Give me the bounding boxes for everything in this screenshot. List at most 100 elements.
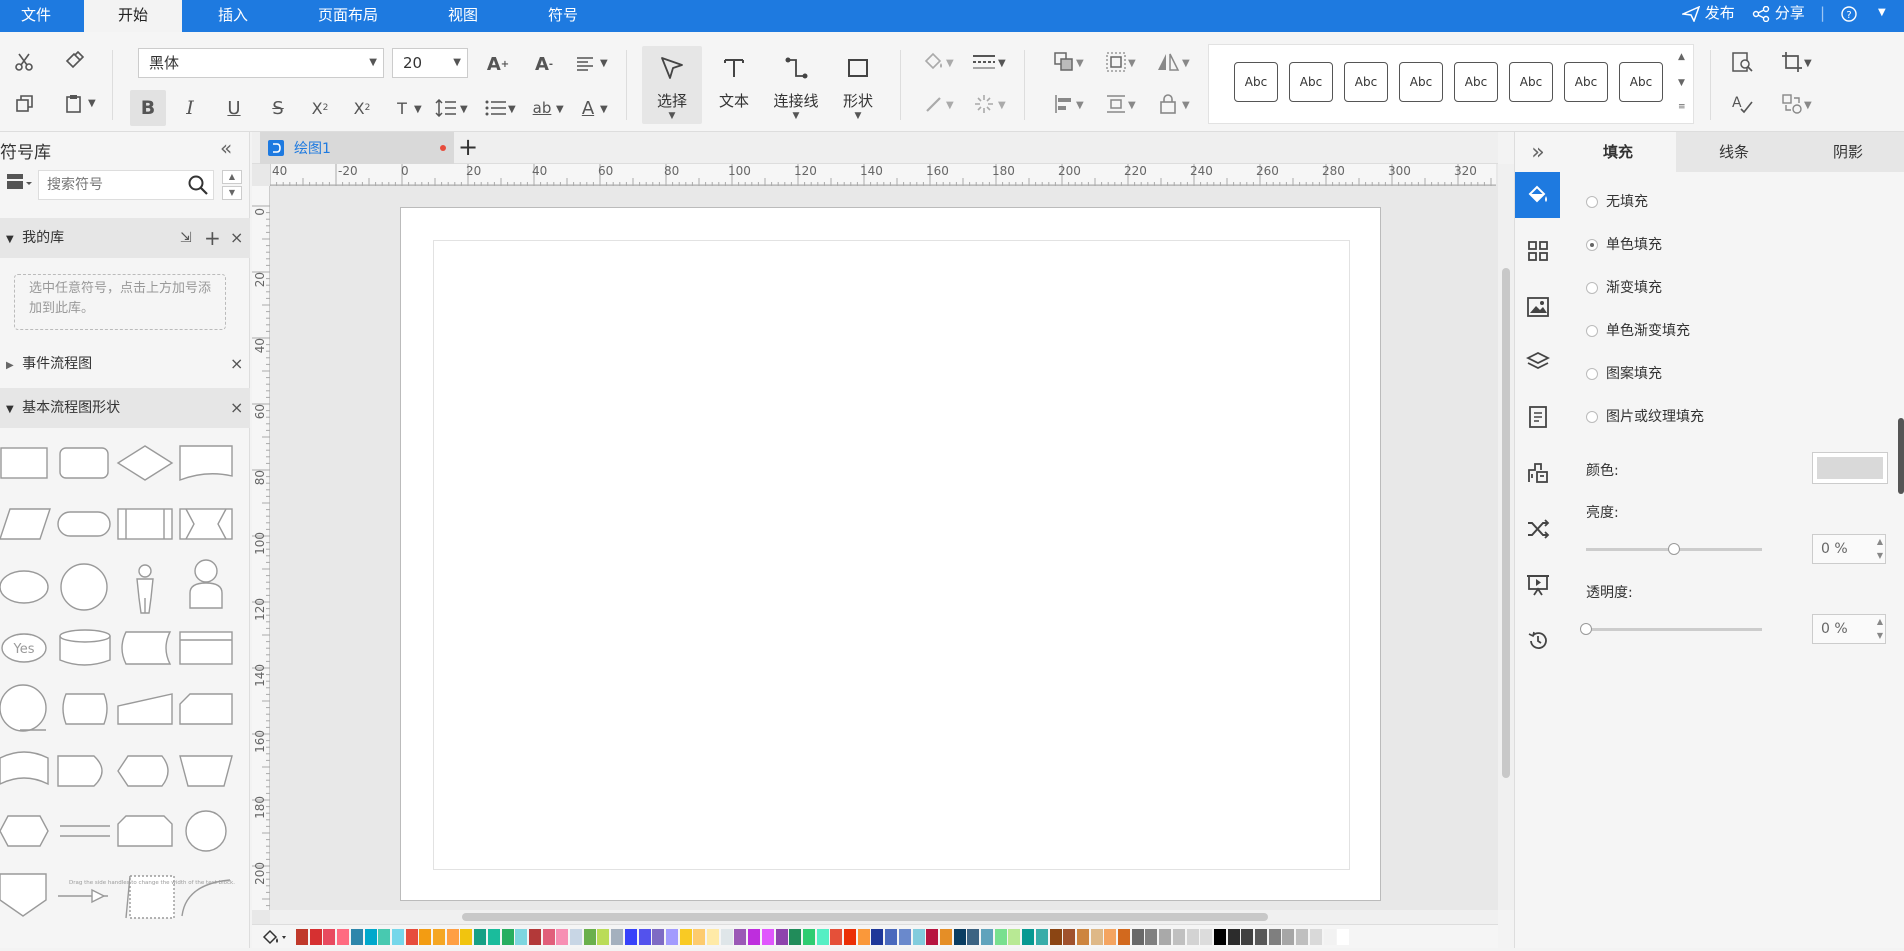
off-page-reference-shape[interactable]	[0, 873, 47, 917]
panel-scroll-handle[interactable]	[1898, 418, 1904, 494]
align-shapes-icon[interactable]	[1050, 90, 1078, 118]
drawing-page[interactable]	[400, 207, 1381, 901]
shape-tool-button[interactable]: 形状 ▼	[828, 46, 888, 124]
fill-option-gradient[interactable]: 渐变填充	[1586, 278, 1662, 298]
close-icon[interactable]: ×	[230, 388, 243, 428]
style-preset-7[interactable]: Abc	[1564, 62, 1608, 102]
manual-input-shape[interactable]	[117, 693, 173, 725]
color-swatch[interactable]	[844, 929, 856, 945]
parallel-lines-shape[interactable]	[60, 825, 110, 837]
decision-shape[interactable]	[116, 445, 174, 481]
color-swatch[interactable]	[1104, 929, 1117, 945]
tab-shadow[interactable]: 阴影	[1792, 132, 1904, 172]
superscript-button[interactable]: X2	[306, 94, 334, 122]
bold-button[interactable]: B	[130, 90, 166, 126]
transparency-slider[interactable]	[1586, 628, 1762, 631]
color-swatch[interactable]	[1282, 929, 1295, 945]
color-swatch[interactable]	[1268, 929, 1281, 945]
section-basic-flowchart[interactable]: ▼ 基本流程图形状 ×	[0, 388, 250, 428]
color-swatch[interactable]	[939, 929, 952, 945]
flip-icon[interactable]	[1154, 48, 1182, 76]
ellipse-shape[interactable]	[0, 570, 49, 604]
increase-font-size-icon[interactable]: A +	[484, 50, 512, 78]
radio-button[interactable]	[1586, 325, 1598, 337]
crop-dropdown-icon[interactable]: ▼	[1804, 58, 1812, 69]
publish-button[interactable]: 发布	[1680, 0, 1735, 32]
color-swatch[interactable]	[597, 929, 610, 945]
person-shape[interactable]	[189, 559, 223, 609]
color-swatch[interactable]	[830, 929, 843, 945]
delay-shape[interactable]	[57, 755, 103, 787]
loop-limit-shape[interactable]	[117, 815, 173, 847]
color-swatch[interactable]	[433, 929, 445, 945]
color-swatch[interactable]	[720, 929, 733, 945]
color-swatch[interactable]	[857, 929, 870, 945]
color-swatch[interactable]	[487, 929, 500, 945]
style-preset-4[interactable]: Abc	[1399, 62, 1443, 102]
color-swatch[interactable]	[460, 929, 473, 945]
history-icon[interactable]	[1515, 618, 1561, 664]
brightness-input[interactable]: 0 % ▲ ▼	[1812, 534, 1886, 564]
color-swatch[interactable]	[1213, 929, 1226, 945]
color-swatch[interactable]	[1145, 929, 1158, 945]
transparency-input[interactable]: 0 % ▲ ▼	[1812, 614, 1886, 644]
grid-icon[interactable]	[1515, 228, 1561, 274]
spinner-down-icon[interactable]: ▼	[1877, 549, 1883, 563]
color-swatch[interactable]	[748, 929, 761, 945]
paste-icon[interactable]	[60, 90, 88, 118]
spinner-down-icon[interactable]: ▼	[1877, 629, 1883, 643]
shuffle-icon[interactable]	[1515, 506, 1561, 552]
add-icon[interactable]: +	[204, 218, 221, 258]
subscript-button[interactable]: X2	[348, 94, 376, 122]
line-color-dropdown-icon[interactable]: ▼	[946, 100, 954, 111]
color-swatch[interactable]	[323, 929, 336, 945]
tape-shape[interactable]	[0, 751, 49, 786]
data-icon[interactable]	[1515, 450, 1561, 496]
symbol-search-input[interactable]	[39, 171, 179, 199]
search-icon[interactable]	[187, 174, 209, 196]
color-swatch[interactable]	[1118, 929, 1130, 945]
color-swatch[interactable]	[734, 929, 747, 945]
color-swatch[interactable]	[1296, 929, 1309, 945]
style-preset-3[interactable]: Abc	[1344, 62, 1388, 102]
bullet-list-dropdown-icon[interactable]: ▼	[508, 104, 516, 115]
line-spacing-icon[interactable]	[432, 94, 460, 122]
radio-button-selected[interactable]	[1586, 239, 1598, 251]
color-swatch[interactable]	[350, 929, 363, 945]
color-swatch[interactable]	[707, 929, 719, 945]
paste-dropdown-icon[interactable]: ▼	[88, 98, 96, 109]
color-swatch[interactable]	[364, 929, 377, 945]
color-swatch[interactable]	[1227, 929, 1240, 945]
brightness-slider-knob[interactable]	[1668, 543, 1680, 555]
text-tool-button[interactable]: 文本	[704, 46, 764, 124]
expand-panel-icon[interactable]: »	[1515, 132, 1561, 172]
tab-fill[interactable]: 填充	[1560, 132, 1676, 172]
color-swatch[interactable]	[693, 929, 706, 945]
document-tab[interactable]: 绘图1	[260, 132, 454, 164]
radio-button[interactable]	[1586, 411, 1598, 423]
color-swatch[interactable]	[1076, 929, 1089, 945]
color-swatch[interactable]	[1241, 929, 1254, 945]
distribute-dropdown-icon[interactable]: ▼	[1128, 100, 1136, 111]
color-picker[interactable]	[1812, 452, 1888, 484]
gallery-expand-icon[interactable]: ≡	[1678, 102, 1686, 112]
terminator-shape[interactable]	[57, 511, 111, 537]
color-swatch[interactable]	[570, 929, 582, 945]
color-swatch[interactable]	[419, 929, 432, 945]
color-swatch[interactable]	[816, 929, 829, 945]
distribute-icon[interactable]	[1102, 90, 1130, 118]
color-swatch[interactable]	[1255, 929, 1267, 945]
style-preset-6[interactable]: Abc	[1509, 62, 1553, 102]
fill-panel-icon[interactable]	[1515, 172, 1561, 218]
color-swatch[interactable]	[761, 929, 774, 945]
data-shape[interactable]	[0, 508, 51, 540]
style-preset-2[interactable]: Abc	[1289, 62, 1333, 102]
color-swatch[interactable]	[981, 929, 993, 945]
manual-operation-shape[interactable]	[179, 755, 233, 787]
group-dropdown-icon[interactable]: ▼	[1128, 58, 1136, 69]
italic-button[interactable]: I	[176, 94, 204, 122]
fill-option-picture[interactable]: 图片或纹理填充	[1586, 407, 1704, 427]
transparency-slider-knob[interactable]	[1580, 623, 1592, 635]
color-swatch[interactable]	[1090, 929, 1103, 945]
text-highlight-icon[interactable]: ab	[528, 94, 556, 122]
